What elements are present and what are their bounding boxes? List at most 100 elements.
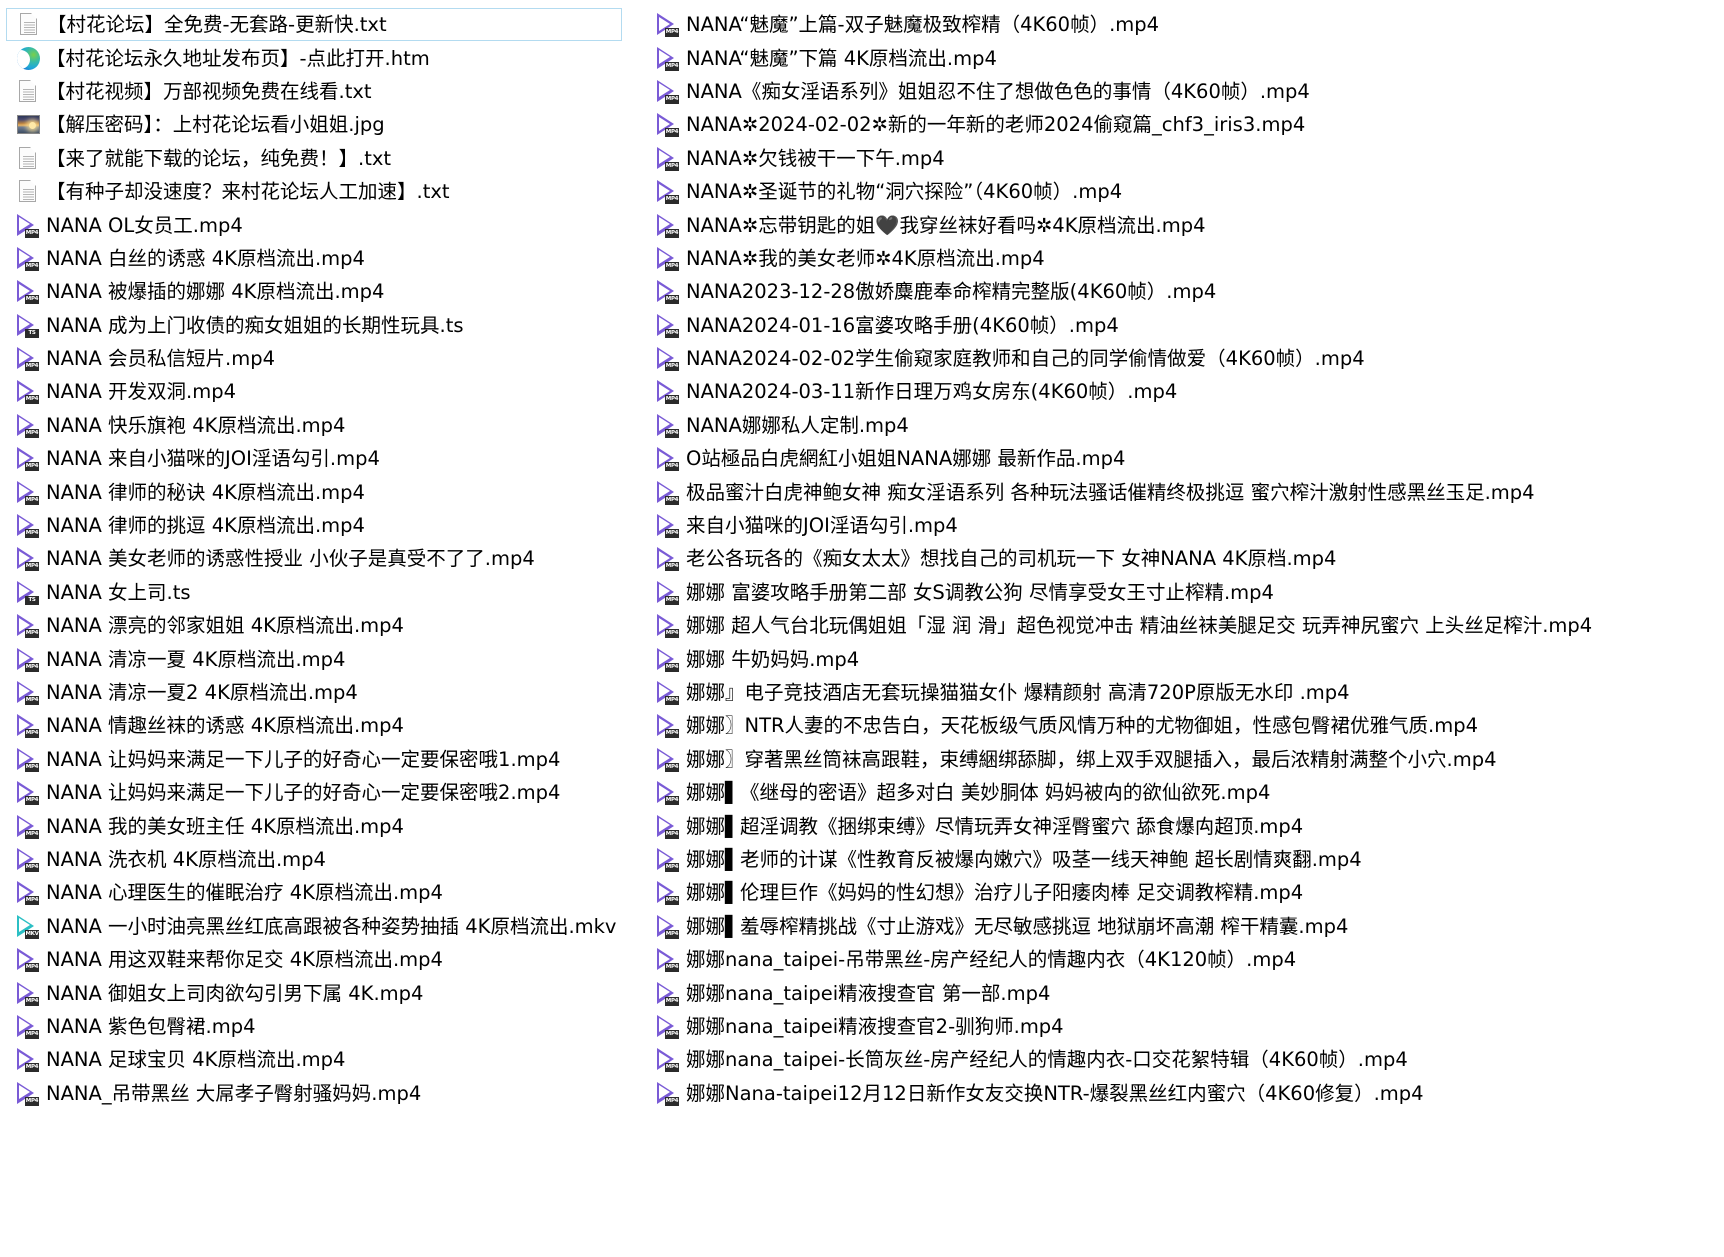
file-list-item[interactable]: MP4 NANA✲我的美女老师✲4K原档流出.mp4 (646, 242, 1724, 275)
file-list-item[interactable]: MP4 NANA 律师的秘诀 4K原档流出.mp4 (6, 475, 706, 508)
file-type-badge: MP4 (665, 662, 679, 672)
file-list-item[interactable]: MP4 NANA 情趣丝袜的诱惑 4K原档流出.mp4 (6, 709, 706, 742)
file-type-badge: MP4 (665, 195, 679, 205)
file-list-item[interactable]: MP4 NANA 快乐旗袍 4K原档流出.mp4 (6, 409, 706, 442)
file-list-item[interactable]: MP4 NANA_吊带黑丝 大屌孝子臀射骚妈妈.mp4 (6, 1077, 706, 1110)
file-type-badge: MP4 (665, 896, 679, 906)
file-list-item[interactable]: MP4 NANA 白丝的诱惑 4K原档流出.mp4 (6, 242, 706, 275)
file-list-item[interactable]: MP4 NANA OL女员工.mp4 (6, 208, 706, 241)
file-type-badge: MP4 (25, 295, 39, 305)
file-list-item[interactable]: TS NANA 女上司.ts (6, 576, 706, 609)
play-triangle-icon: MP4 (656, 480, 681, 505)
file-list-item[interactable]: 【解压密码】：上村花论坛看小姐姐.jpg (6, 108, 706, 141)
file-list-item[interactable]: MP4 NANA✲忘带钥匙的姐🖤我穿丝袜好看吗✲4K原档流出.mp4 (646, 208, 1724, 241)
file-list-item[interactable]: MP4 NANA 洗衣机 4K原档流出.mp4 (6, 843, 706, 876)
file-list-item[interactable]: MP4 NANA 足球宝贝 4K原档流出.mp4 (6, 1043, 706, 1076)
file-name-label: NANA 开发双洞.mp4 (46, 380, 237, 404)
file-list-item[interactable]: 【村花视频】万部视频免费在线看.txt (6, 75, 706, 108)
file-list-item[interactable]: MP4 NANA 美女老师的诱惑性授业 小伙子是真受不了了.mp4 (6, 542, 706, 575)
file-type-badge: MP4 (25, 696, 39, 705)
file-list-item[interactable]: MP4 NANA✲欠钱被干一下午.mp4 (646, 142, 1724, 175)
play-triangle-icon: MP4 (656, 814, 681, 839)
video-file-icon: MP4 (14, 612, 41, 639)
file-list-item[interactable]: 【村花论坛】全免费-无套路-更新快.txt (6, 8, 622, 42)
file-list-item[interactable]: MP4 娜娜 富婆攻略手册第二部 女S调教公狗 尽情享受女王寸止榨精.mp4 (646, 576, 1724, 609)
play-triangle-icon: MP4 (656, 647, 681, 672)
file-list-item[interactable]: TS NANA 成为上门收债的痴女姐姐的长期性玩具.ts (6, 309, 706, 342)
file-type-badge: MKV (25, 929, 39, 939)
edge-browser-icon (14, 45, 41, 72)
play-triangle-icon: MP4 (16, 480, 41, 505)
file-list-item[interactable]: MP4 娜娜Nana-taipei12月12日新作女友交换NTR-爆裂黑丝红内蜜穴… (646, 1077, 1724, 1110)
image-thumbnail-icon (14, 111, 41, 138)
file-list-item[interactable]: MP4 NANA《痴女淫语系列》姐姐忍不住了想做色色的事情（4K60帧）.mp4 (646, 75, 1724, 108)
file-list-item[interactable]: MP4 娜娜▌《继母的密语》超多对白 美妙胴体 妈妈被禸的欲仙欲死.mp4 (646, 776, 1724, 809)
file-list-item[interactable]: 【有种子却没速度？来村花论坛人工加速】.txt (6, 175, 706, 208)
file-list-item[interactable]: MP4 极品蜜汁白虎神鲍女神 痴女淫语系列 各种玩法骚话催精终极挑逗 蜜穴榨汁激射… (646, 475, 1724, 508)
file-list-item[interactable]: MP4 娜娜 牛奶妈妈.mp4 (646, 642, 1724, 675)
file-list-item[interactable]: MP4 来自小猫咪的JOI淫语勾引.mp4 (646, 509, 1724, 542)
file-list-item[interactable]: MP4 娜娜▌伦理巨作《妈妈的性幻想》治疗儿子阳痿肉棒 足交调教榨精.mp4 (646, 876, 1724, 909)
file-list-item[interactable]: MP4 老公各玩各的《痴女太太》想找自己的司机玩一下 女神NANA 4K原档.mp… (646, 542, 1724, 575)
video-file-icon: MP4 (654, 646, 681, 673)
file-list-item[interactable]: MP4 NANA 律师的挑逗 4K原档流出.mp4 (6, 509, 706, 542)
file-list-item[interactable]: MP4 NANA2024-01-16富婆攻略手册(4K60帧）.mp4 (646, 309, 1724, 342)
file-list-item[interactable]: MP4 娜娜〗NTR人妻的不忠告白，天花板级气质风情万种的尤物御姐，性感包臀裙优雅… (646, 709, 1724, 742)
file-list-item[interactable]: MP4 NANA 紫色包臀裙.mp4 (6, 1010, 706, 1043)
video-file-icon: MP4 (14, 813, 41, 840)
file-list-item[interactable]: 【来了就能下载的论坛，纯免费！】.txt (6, 142, 706, 175)
file-type-badge: MP4 (665, 428, 679, 438)
file-name-label: 娜娜〗穿著黑丝筒袜高跟鞋，束缚綑绑舔脚，绑上双手双腿插入，最后浓精射满整个小穴.… (686, 747, 1497, 771)
file-name-label: NANA 漂亮的邻家姐姐 4K原档流出.mp4 (46, 614, 404, 638)
play-triangle-icon: MP4 (16, 981, 41, 1006)
file-list-item[interactable]: MP4 NANA 心理医生的催眠治疗 4K原档流出.mp4 (6, 876, 706, 909)
file-list-item[interactable]: MP4 NANA 我的美女班主任 4K原档流出.mp4 (6, 809, 706, 842)
file-list-item[interactable]: MP4 娜娜nana_taipei-吊带黑丝-房产经纪人的情趣内衣（4K120帧）… (646, 943, 1724, 976)
file-list-item[interactable]: MP4 NANA 漂亮的邻家姐姐 4K原档流出.mp4 (6, 609, 706, 642)
file-list-item[interactable]: MP4 NANA“魅魔”下篇 4K原档流出.mp4 (646, 41, 1724, 74)
file-list-item[interactable]: MP4 NANA 清凉一夏 4K原档流出.mp4 (6, 642, 706, 675)
play-triangle-icon: MP4 (16, 713, 41, 739)
file-list-item[interactable]: MP4 NANA 让妈妈来满足一下儿子的好奇心一定要保密哦1.mp4 (6, 743, 706, 776)
file-list-item[interactable]: MP4 NANA 用这双鞋来帮你足交 4K原档流出.mp4 (6, 943, 706, 976)
file-list-item[interactable]: MP4 娜娜▌羞辱榨精挑战《寸止游戏》无尽敏感挑逗 地狱崩坏高潮 榨干精囊.mp4 (646, 910, 1724, 943)
file-list-item[interactable]: MP4 娜娜▌老师的计谋《性教育反被爆禸嫩穴》吸茎一线天神鲍 超长剧情爽翻.mp4 (646, 843, 1724, 876)
file-list-item[interactable]: MP4 NANA2024-03-11新作日理万鸡女房东(4K60帧）.mp4 (646, 375, 1724, 408)
file-list-item[interactable]: MP4 NANA✲圣诞节的礼物“洞穴探险”（4K60帧）.mp4 (646, 175, 1724, 208)
file-list-item[interactable]: MKV NANA 一小时油亮黑丝红底高跟被各种姿势抽插 4K原档流出.mkv (6, 910, 706, 943)
file-list-item[interactable]: MP4 娜娜nana_taipei精液搜查官2-驯狗师.mp4 (646, 1010, 1724, 1043)
file-list-item[interactable]: MP4 NANA 御姐女上司肉欲勾引男下属 4K.mp4 (6, 976, 706, 1009)
file-name-label: 娜娜▌老师的计谋《性教育反被爆禸嫩穴》吸茎一线天神鲍 超长剧情爽翻.mp4 (686, 847, 1362, 871)
file-name-label: NANA 用这双鞋来帮你足交 4K原档流出.mp4 (46, 948, 443, 972)
file-type-badge: MP4 (25, 228, 39, 238)
file-name-label: 【村花论坛永久地址发布页】-点此打开.htm (46, 46, 430, 70)
file-list-item[interactable]: MP4 NANA 让妈妈来满足一下儿子的好奇心一定要保密哦2.mp4 (6, 776, 706, 809)
play-triangle-icon: TS (16, 313, 41, 338)
play-triangle-icon: MP4 (656, 914, 681, 939)
file-list-item[interactable]: MP4 NANA2024-02-02学生偷窥家庭教师和自己的同学偷情做爱（4K60… (646, 342, 1724, 375)
file-list-item[interactable]: MP4 娜娜nana_taipei-长筒灰丝-房产经纪人的情趣内衣-口交花絮特辑（… (646, 1043, 1724, 1076)
file-name-label: NANA 美女老师的诱惑性授业 小伙子是真受不了了.mp4 (46, 547, 535, 571)
file-list-item[interactable]: MP4 娜娜▌超淫调教《捆绑束缚》尽情玩弄女神淫臀蜜穴 舔食爆禸超顶.mp4 (646, 809, 1724, 842)
file-list-item[interactable]: MP4 NANA✲2024-02-02✲新的一年新的老师2024偷窥篇_chf3_… (646, 108, 1724, 141)
file-list-item[interactable]: MP4 娜娜〗穿著黑丝筒袜高跟鞋，束缚綑绑舔脚，绑上双手双腿插入，最后浓精射满整个… (646, 743, 1724, 776)
file-name-label: NANA 律师的挑逗 4K原档流出.mp4 (46, 514, 365, 538)
file-list-item[interactable]: MP4 O站極品白虎網紅小姐姐NANA娜娜 最新作品.mp4 (646, 442, 1724, 475)
file-list-item[interactable]: MP4 NANA 清凉一夏2 4K原档流出.mp4 (6, 676, 706, 709)
file-list-item[interactable]: MP4 NANA 来自小猫咪的JOI淫语勾引.mp4 (6, 442, 706, 475)
file-name-label: NANA 会员私信短片.mp4 (46, 347, 276, 371)
file-list-item[interactable]: 【村花论坛永久地址发布页】-点此打开.htm (6, 41, 706, 74)
file-list-item[interactable]: MP4 NANA“魅魔”上篇-双子魅魔极致榨精（4K60帧）.mp4 (646, 8, 1724, 41)
file-list-item[interactable]: MP4 娜娜nana_taipei精液搜查官 第一部.mp4 (646, 976, 1724, 1009)
file-list-item[interactable]: MP4 娜娜』电子竞技酒店无套玩操猫猫女仆 爆精颜射 高清720P原版无水印 .m… (646, 676, 1724, 709)
file-list-item[interactable]: MP4 NANA2023-12-28傲娇麋鹿奉命榨精完整版(4K60帧）.mp4 (646, 275, 1724, 308)
file-list-item[interactable]: MP4 娜娜 超人气台北玩偶姐姐「湿 润 滑」超色视觉冲击 精油丝袜美腿足交 玩弄… (646, 609, 1724, 642)
file-name-label: 娜娜nana_taipei精液搜查官 第一部.mp4 (686, 981, 1051, 1005)
file-list-item[interactable]: MP4 NANA 开发双洞.mp4 (6, 375, 706, 408)
file-list-item[interactable]: MP4 NANA 被爆插的娜娜 4K原档流出.mp4 (6, 275, 706, 308)
video-file-icon: MP4 (654, 212, 681, 239)
file-list-item[interactable]: MP4 NANA 会员私信短片.mp4 (6, 342, 706, 375)
file-name-label: 娜娜Nana-taipei12月12日新作女友交换NTR-爆裂黑丝红内蜜穴（4K… (686, 1081, 1424, 1105)
video-file-icon: MP4 (654, 245, 681, 272)
file-list-item[interactable]: MP4 NANA娜娜私人定制.mp4 (646, 409, 1724, 442)
